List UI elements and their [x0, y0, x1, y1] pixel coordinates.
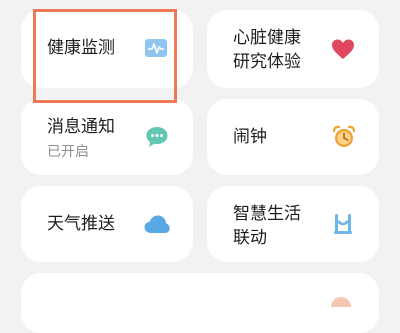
card-label-message-notification: 消息通知	[47, 117, 115, 137]
chat-bubble-icon	[145, 125, 169, 153]
health-monitor-icon	[144, 38, 168, 62]
card-label-smart-life-line2: 联动	[233, 228, 267, 248]
card-alarm[interactable]: 闹钟	[207, 99, 379, 175]
card-label-alarm: 闹钟	[233, 127, 267, 147]
cloud-icon	[143, 213, 171, 239]
card-health-monitoring[interactable]: 健康监测	[21, 10, 193, 88]
card-partial-bottom[interactable]	[21, 273, 379, 333]
card-message-notification[interactable]: 消息通知 已开启	[21, 99, 193, 175]
heart-icon	[331, 38, 355, 64]
card-label-health-monitoring: 健康监测	[47, 38, 115, 58]
card-smart-life-link[interactable]: 智慧生活 联动	[207, 186, 379, 262]
smart-link-icon	[332, 212, 354, 240]
card-heart-health[interactable]: 心脏健康 研究体验	[207, 10, 379, 88]
alarm-clock-icon	[331, 124, 357, 154]
partial-icon	[331, 297, 351, 307]
card-label-heart-health-line2: 研究体验	[233, 52, 301, 72]
card-weather-push[interactable]: 天气推送	[21, 186, 193, 262]
card-label-weather-push: 天气推送	[47, 214, 115, 234]
card-label-heart-health-line1: 心脏健康	[233, 28, 301, 48]
notification-status: 已开启	[47, 144, 89, 160]
card-label-smart-life-line1: 智慧生活	[233, 204, 301, 224]
